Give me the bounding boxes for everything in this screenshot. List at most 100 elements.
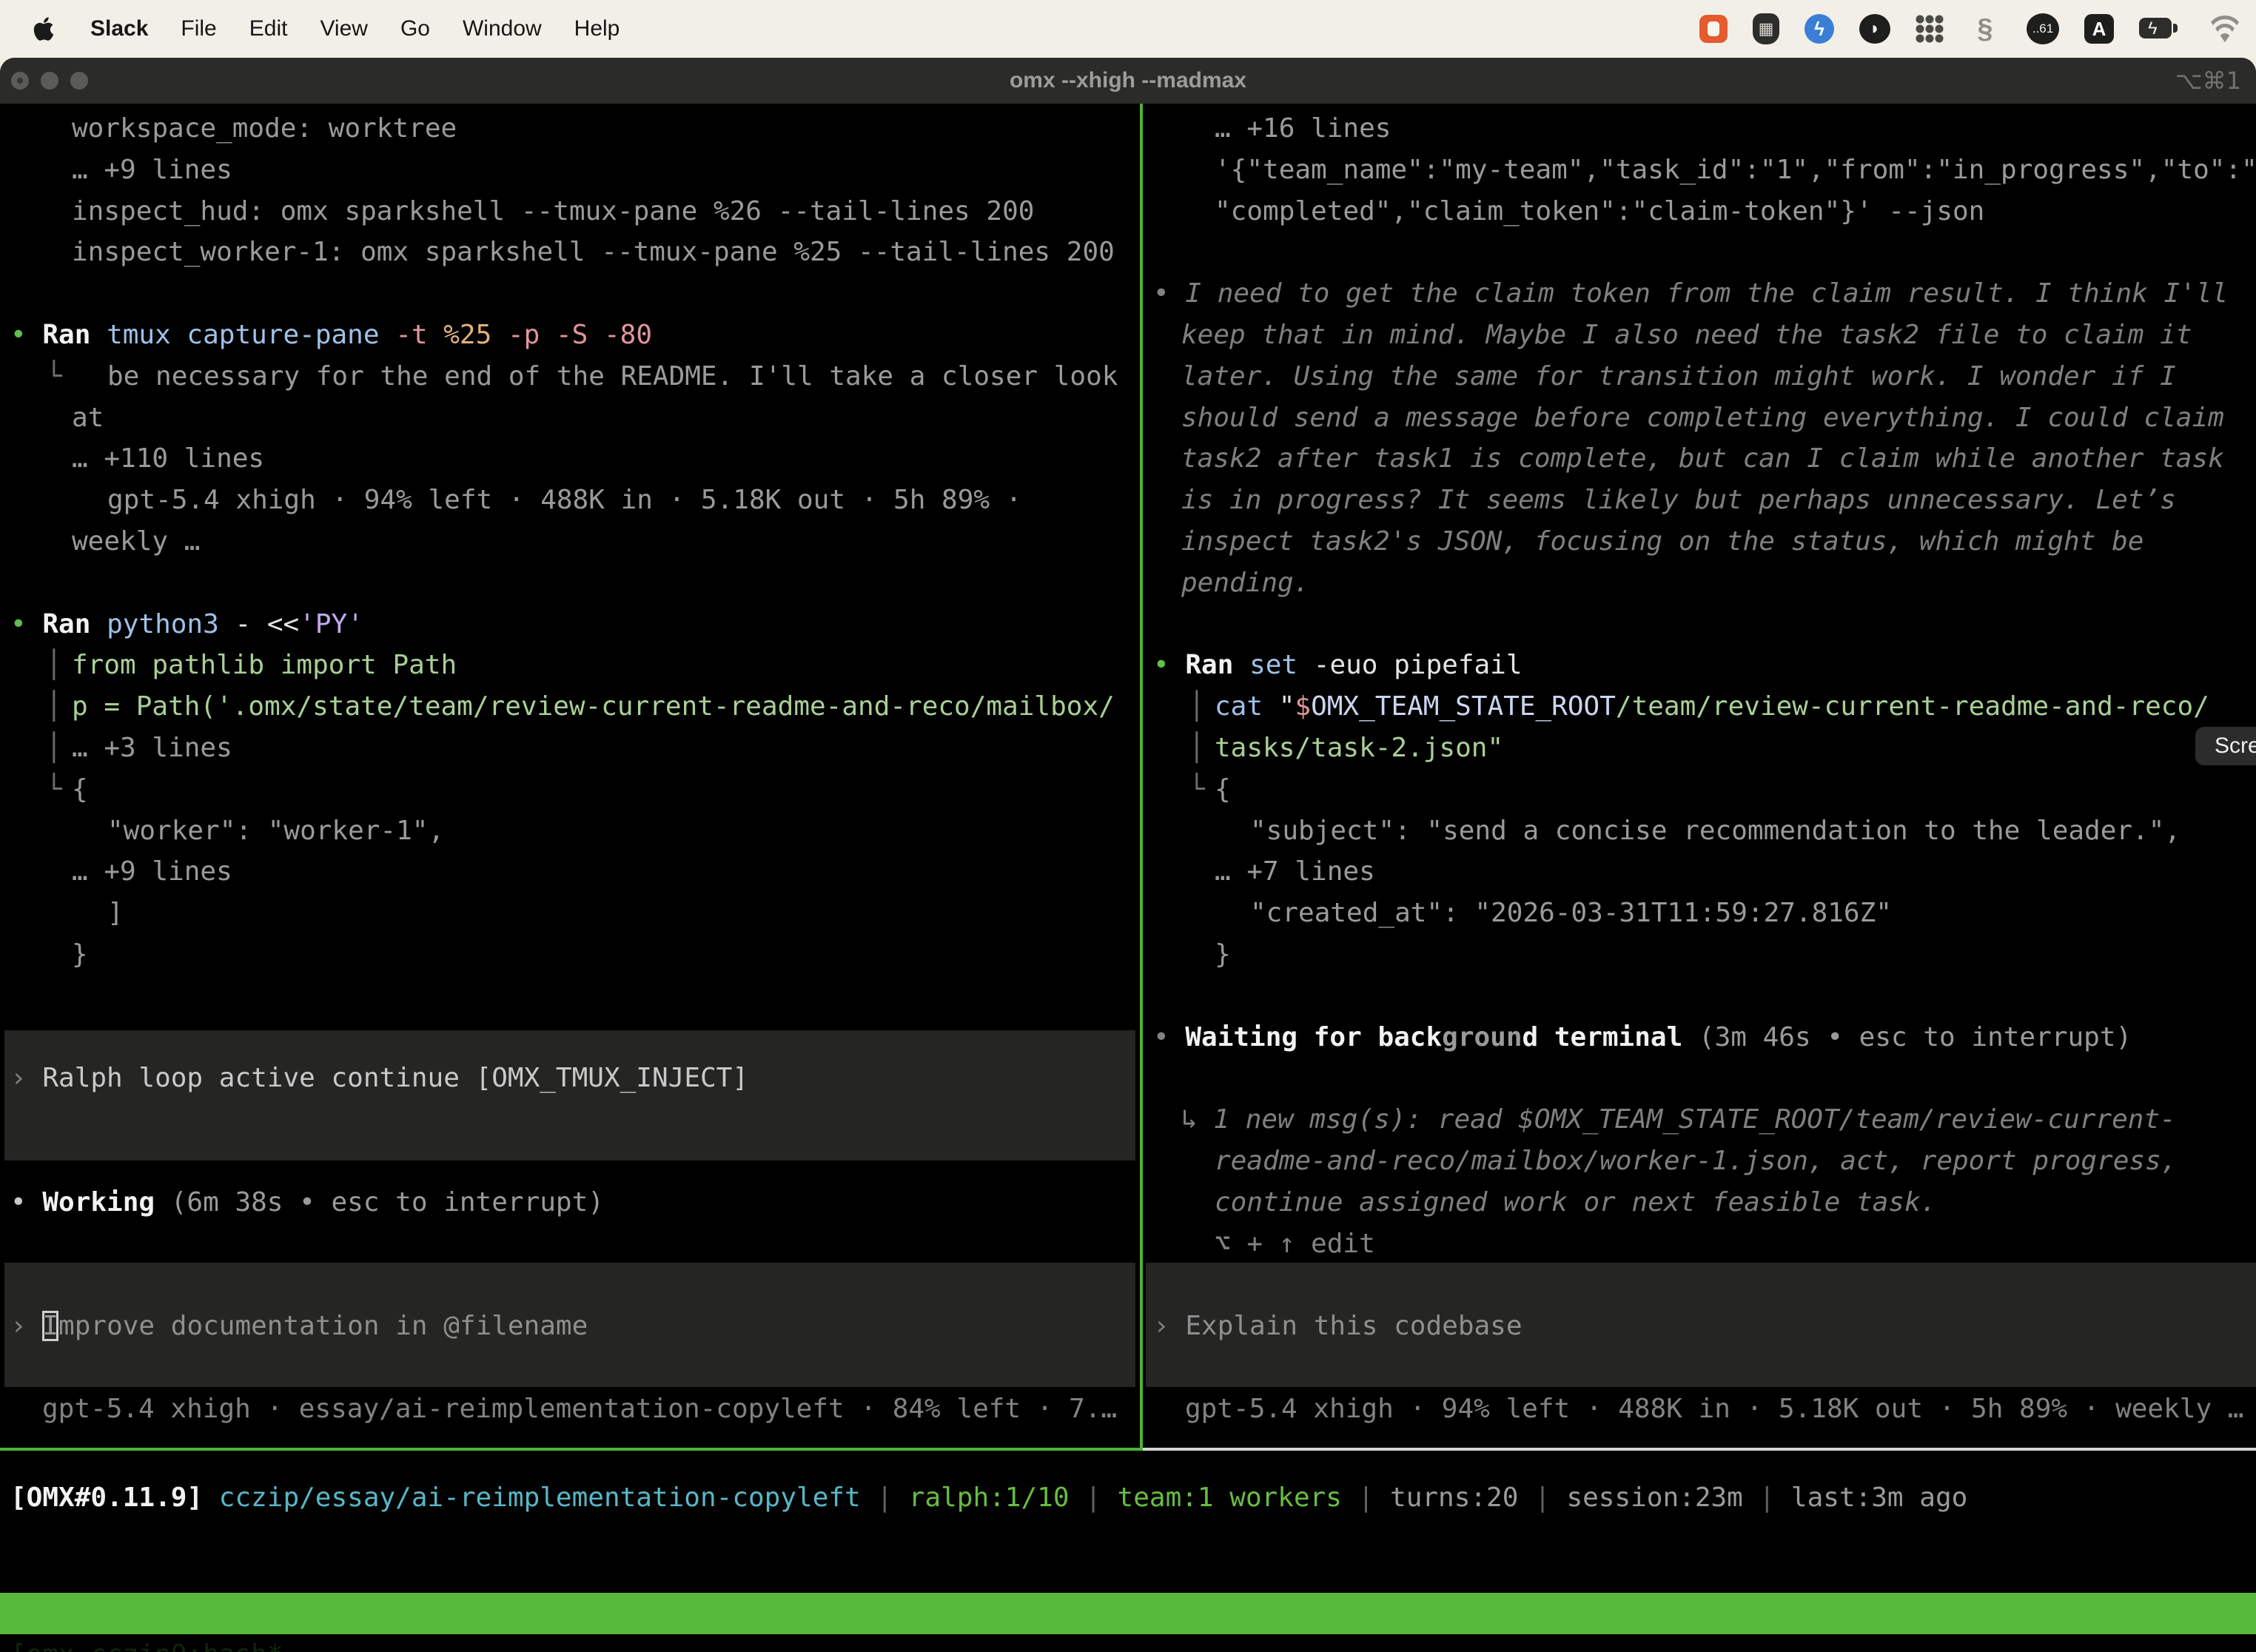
lightning-app-icon[interactable]: ϟ	[1805, 14, 1834, 44]
dots-grid-icon[interactable]	[1916, 15, 1944, 43]
terminal-line: should send a message before completing …	[1181, 397, 2224, 439]
text-run: at	[72, 403, 104, 433]
tree-connector: └	[1189, 769, 1205, 810]
text-run: ›	[10, 1311, 42, 1341]
wifi-icon[interactable]	[2207, 16, 2243, 42]
status-segment: last:3m ago	[1791, 1483, 1967, 1513]
tree-connector: │	[46, 728, 62, 769]
text-run: should send a message before completing …	[1181, 403, 2224, 433]
text-run: d terminal	[1523, 1022, 1683, 1052]
terminal-line: tasks/task-2.json"	[1215, 728, 1503, 769]
terminal-line: readme-and-reco/mailbox/worker-1.json, a…	[1215, 1141, 2177, 1182]
text-run: "subject": "send a concise recommendatio…	[1250, 816, 2181, 846]
squiggle-icon[interactable]: §	[1969, 13, 2001, 45]
text-run: 'PY'	[299, 609, 363, 639]
status-segment: session:23m	[1566, 1483, 1742, 1513]
terminal-line: "worker": "worker-1",	[107, 810, 444, 852]
terminal-line: keep that in mind. Maybe I also need the…	[1181, 315, 2192, 356]
terminal-line: continue assigned work or next feasible …	[1215, 1182, 1936, 1223]
text-run: inspect_worker-1: omx sparkshell --tmux-…	[72, 237, 1115, 267]
terminal-line: be necessary for the end of the README. …	[107, 356, 1118, 397]
menu-item-edit[interactable]: Edit	[249, 16, 288, 41]
macos-menu-bar: Slack File Edit View Go Window Help ▦ ϟ ◗ § ..61 Aϟ	[0, 0, 2256, 58]
text-run: {	[1215, 774, 1231, 805]
text-run: workspace_mode: worktree	[72, 113, 457, 144]
shield-grid-icon[interactable]: ▦	[1753, 13, 1779, 44]
terminal-line: weekly …	[72, 521, 200, 563]
terminal-line: "completed","claim_token":"claim-token"}…	[1215, 191, 1984, 232]
text-run: ]	[107, 898, 124, 928]
text-run: p = Path('.omx/state/team/review-current…	[72, 691, 1115, 722]
text-run: -euo pipefail	[1297, 650, 1522, 680]
status-segment: |	[861, 1483, 909, 1513]
text-run: ↳	[1181, 1104, 1213, 1135]
menu-item-view[interactable]: View	[320, 16, 367, 41]
apple-menu-icon[interactable]	[33, 16, 55, 42]
status-segment: cczip/essay/ai-reimplementation-copyleft	[203, 1483, 861, 1513]
menu-item-help[interactable]: Help	[574, 16, 620, 41]
tmux-session-name: [omx-cczip0:bash*	[10, 1634, 283, 1652]
text-run: keep that in mind. Maybe I also need the…	[1181, 320, 2192, 350]
window-title: omx --xhigh --madmax	[0, 58, 2256, 104]
waiting-status-line: • Waiting for background terminal (3m 46…	[1153, 1017, 2132, 1058]
terminal-line: {	[1215, 769, 1231, 810]
terminal-line: • I need to get the claim token from the…	[1153, 273, 2228, 315]
model-status-right: gpt-5.4 xhigh · 94% left · 488K in · 5.1…	[1185, 1389, 2243, 1430]
text-run: be necessary for the end of the README. …	[107, 361, 1118, 392]
status-segment: ralph:1/10	[909, 1483, 1070, 1513]
text-run: '{"team_name":"my-team","task_id":"1","f…	[1215, 155, 2256, 185]
text-run: Ran	[42, 320, 90, 350]
terminal-line: inspect_hud: omx sparkshell --tmux-pane …	[72, 191, 1034, 232]
tree-connector: └	[46, 356, 62, 397]
status-segment: |	[1342, 1483, 1390, 1513]
screenshot-notification[interactable]: Scre	[2195, 727, 2256, 765]
text-run: •	[1153, 650, 1185, 680]
badge-61-icon[interactable]: ..61	[2027, 13, 2059, 44]
text-run: tmux capture-pane	[90, 320, 379, 350]
text-run: Ralph loop active continue [OMX_TMUX_INJ…	[42, 1063, 748, 1093]
terminal-line: }	[1215, 934, 1231, 976]
text-run: }	[72, 939, 88, 970]
text-run: is in progress? It seems likely but perh…	[1181, 485, 2176, 515]
text-run: •	[1153, 1022, 1185, 1052]
chat-app-icon[interactable]	[1699, 15, 1728, 43]
text-run: inspect task2's JSON, focusing on the st…	[1181, 526, 2143, 557]
terminal-line: • Ran python3 - <<'PY'	[10, 604, 363, 645]
app-menus: Slack File Edit View Go Window Help	[90, 16, 620, 41]
prompt-placeholder-left: › Improve documentation in @filename	[10, 1306, 588, 1347]
text-run: ›	[10, 1063, 42, 1093]
battery-charging-icon[interactable]: ϟ	[2139, 13, 2182, 45]
menu-item-go[interactable]: Go	[400, 16, 430, 41]
terminal-line: inspect_worker-1: omx sparkshell --tmux-…	[72, 232, 1115, 273]
text-run: tasks/task-2.json"	[1215, 733, 1503, 763]
text-run: from pathlib import Path	[72, 650, 457, 680]
text-run: … +110 lines	[72, 443, 264, 474]
text-run: •	[10, 320, 42, 350]
tree-connector: │	[1189, 728, 1205, 769]
terminal-line: }	[72, 934, 88, 976]
terminal-window-titlebar[interactable]: omx --xhigh --madmax ⌥⌘1	[0, 58, 2256, 104]
text-run: <<	[267, 609, 299, 639]
terminal-line: {	[72, 769, 88, 810]
right-pane-worker: … +16 lines'{"team_name":"my-team","task…	[1143, 104, 2256, 1451]
text-run: weekly …	[72, 526, 200, 557]
text-run: $	[1295, 691, 1311, 722]
terminal-line: gpt-5.4 xhigh · 94% left · 488K in · 5.1…	[107, 480, 1021, 521]
text-run: inspect_hud: omx sparkshell --tmux-pane …	[72, 196, 1034, 226]
crescent-app-icon[interactable]: ◗	[1859, 14, 1890, 44]
text-run: … +9 lines	[72, 856, 232, 887]
text-run: python3	[90, 609, 218, 639]
terminal-line: cat "$OMX_TEAM_STATE_ROOT/team/review-cu…	[1215, 686, 2209, 728]
menu-item-file[interactable]: File	[181, 16, 216, 41]
menu-item-window[interactable]: Window	[463, 16, 542, 41]
terminal-line: … +9 lines	[72, 851, 232, 893]
terminal-window: omx --xhigh --madmax ⌥⌘1 [OMX#0.11.9] cc…	[0, 58, 2256, 1652]
menu-item-slack[interactable]: Slack	[90, 16, 148, 41]
text-run: task2 after task1 is complete, but can I…	[1181, 443, 2224, 474]
terminal-line: … +3 lines	[72, 728, 232, 769]
input-source-a-icon[interactable]: A	[2084, 14, 2114, 44]
text-run: -	[219, 609, 267, 639]
working-status-line: • Working (6m 38s • esc to interrupt)	[10, 1182, 604, 1223]
terminal-content: [OMX#0.11.9] cczip/essay/ai-reimplementa…	[0, 104, 2256, 1652]
text-run: … +9 lines	[72, 155, 232, 185]
